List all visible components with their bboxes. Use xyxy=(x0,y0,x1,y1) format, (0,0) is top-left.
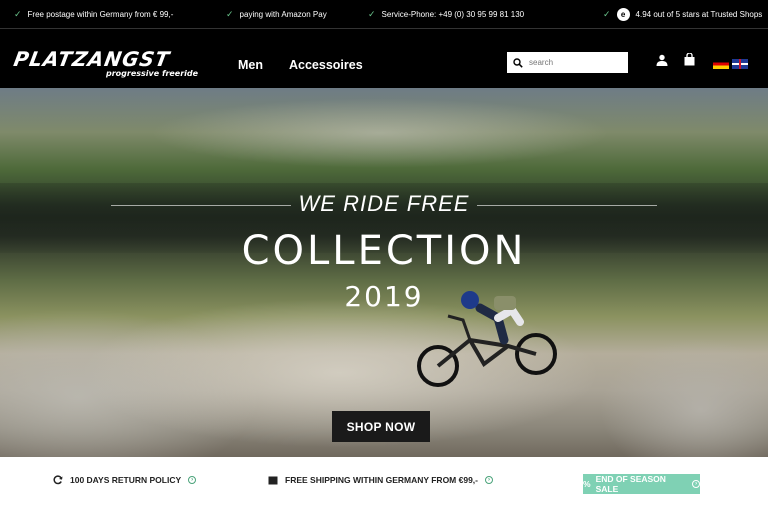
search-input[interactable] xyxy=(529,58,619,67)
main-nav: Men Accessoires xyxy=(238,58,363,72)
search-box[interactable] xyxy=(507,52,628,73)
trusted-shops-icon: e xyxy=(616,7,630,21)
flag-uk-icon[interactable] xyxy=(732,59,748,69)
refresh-icon xyxy=(53,475,63,485)
logo-wordmark: PLATZANGST xyxy=(11,47,172,71)
shop-now-button[interactable]: SHOP NOW xyxy=(332,411,430,442)
site-header: PLATZANGST progressive freeride Men Acce… xyxy=(0,28,768,88)
box-icon xyxy=(268,476,278,484)
flag-de-icon[interactable] xyxy=(713,59,729,69)
check-icon: ✓ xyxy=(226,8,234,19)
trusted-shops-rating-text: 4.94 out of 5 stars at Trusted Shops xyxy=(635,9,763,19)
hero-bg-town xyxy=(150,98,610,168)
top-info-bar: ✓ Free postage within Germany from € 99,… xyxy=(0,0,768,28)
usp-return-policy-text: 100 DAYS RETURN POLICY xyxy=(70,475,182,485)
hero-bg-rocks-right xyxy=(600,338,768,457)
usp-free-shipping-text: FREE SHIPPING WITHIN GERMANY FROM €99,- xyxy=(285,475,479,485)
hero-year: 2019 xyxy=(344,280,424,313)
usp-free-postage: ✓ Free postage within Germany from € 99,… xyxy=(14,0,173,28)
account-icon[interactable] xyxy=(656,54,668,66)
arrow-right-icon: › xyxy=(188,476,197,484)
sale-label: END OF SEASON SALE xyxy=(595,474,666,494)
nav-accessoires[interactable]: Accessoires xyxy=(289,58,363,72)
shopping-bag-icon[interactable] xyxy=(684,53,695,66)
header-actions xyxy=(656,53,695,66)
language-switcher xyxy=(713,59,748,69)
usp-amazon-pay: ✓ paying with Amazon Pay xyxy=(226,0,327,28)
arrow-right-icon: › xyxy=(692,480,700,488)
arrow-right-icon: › xyxy=(485,476,494,484)
usp-bar: 100 DAYS RETURN POLICY › FREE SHIPPING W… xyxy=(0,457,768,506)
usp-service-phone: ✓ Service-Phone: +49 (0) 30 95 99 81 130 xyxy=(368,0,524,28)
hero-tagline: WE RIDE FREE xyxy=(0,191,768,217)
usp-free-shipping[interactable]: FREE SHIPPING WITHIN GERMANY FROM €99,- … xyxy=(268,475,494,485)
percent-icon: % xyxy=(583,479,591,489)
trusted-shops-rating[interactable]: ✓ e 4.94 out of 5 stars at Trusted Shops xyxy=(603,0,762,28)
check-icon: ✓ xyxy=(14,8,22,19)
check-icon: ✓ xyxy=(368,8,376,19)
check-icon: ✓ xyxy=(603,8,611,19)
mountain-biker-illustration xyxy=(417,291,557,387)
usp-return-policy[interactable]: 100 DAYS RETURN POLICY › xyxy=(53,475,197,485)
brand-logo[interactable]: PLATZANGST progressive freeride xyxy=(11,47,214,83)
logo-tagline: progressive freeride xyxy=(106,69,199,78)
nav-men[interactable]: Men xyxy=(238,58,263,72)
hero-banner: WE RIDE FREE COLLECTION 2019 SHOP NOW xyxy=(0,88,768,457)
usp-free-postage-text: Free postage within Germany from € 99,- xyxy=(27,9,174,19)
search-icon[interactable] xyxy=(513,57,523,68)
end-of-season-sale-button[interactable]: % END OF SEASON SALE › xyxy=(583,474,700,494)
usp-amazon-pay-text: paying with Amazon Pay xyxy=(239,9,327,19)
hero-title: COLLECTION xyxy=(241,228,527,274)
usp-service-phone-text: Service-Phone: +49 (0) 30 95 99 81 130 xyxy=(381,9,525,19)
